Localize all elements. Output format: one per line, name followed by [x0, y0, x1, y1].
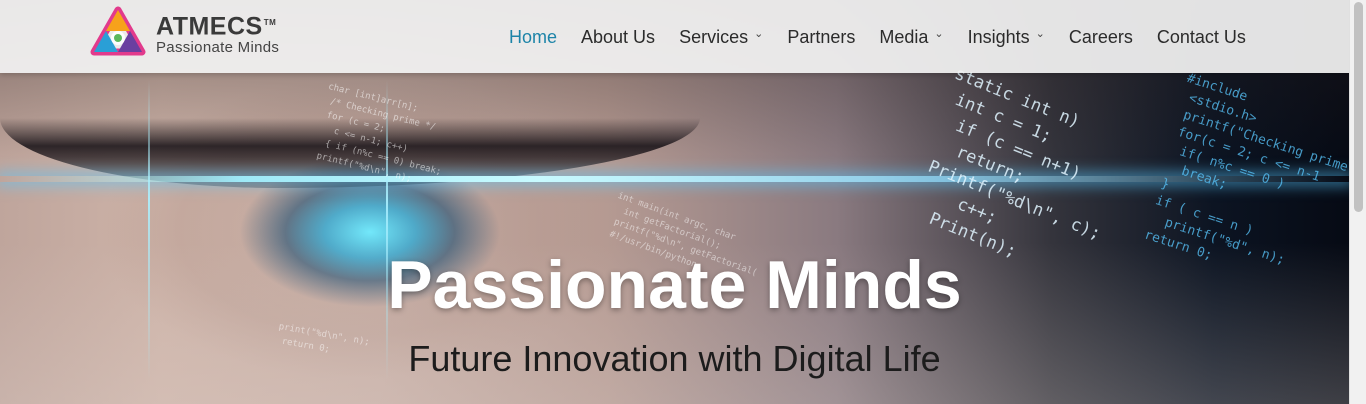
page-scrollbar[interactable]	[1349, 0, 1366, 404]
brand-name: ATMECS	[156, 12, 263, 41]
nav-item-partners[interactable]: Partners	[787, 24, 855, 50]
chevron-down-icon: ⌄	[1035, 28, 1045, 40]
brand-tagline: Passionate Minds	[156, 39, 280, 57]
nav-item-label: Home	[509, 27, 558, 47]
main-nav: Home About Us Services ⌄ Partners Media ⌄ …	[509, 24, 1246, 50]
hero-subtitle: Future Innovation with Digital Life	[408, 338, 941, 379]
scrollbar-thumb[interactable]	[1354, 2, 1363, 212]
site-header: ATMECSTM Passionate Minds Home About Us …	[0, 0, 1349, 73]
nav-item-about-us[interactable]: About Us	[581, 24, 655, 50]
chevron-down-icon: ⌄	[934, 28, 944, 40]
nav-item-label: Media	[879, 27, 929, 47]
nav-item-label: Insights	[967, 27, 1030, 47]
brand-logo[interactable]: ATMECSTM Passionate Minds	[90, 6, 300, 60]
light-flare	[0, 176, 1349, 182]
nav-item-home[interactable]: Home	[509, 24, 557, 50]
nav-item-label: Careers	[1068, 27, 1133, 47]
nav-item-services[interactable]: Services ⌄	[679, 24, 763, 50]
atmecs-logo-icon	[90, 6, 146, 56]
nav-item-careers[interactable]: Careers	[1069, 24, 1133, 50]
hero-title: Passionate Minds	[387, 247, 962, 323]
nav-item-label: About Us	[581, 27, 656, 47]
nav-item-contact-us[interactable]: Contact Us	[1157, 24, 1246, 50]
nav-item-insights[interactable]: Insights ⌄	[968, 24, 1045, 50]
light-beam	[148, 80, 150, 380]
chevron-down-icon: ⌄	[754, 28, 764, 40]
nav-item-media[interactable]: Media ⌄	[879, 24, 943, 50]
nav-item-label: Partners	[787, 27, 856, 47]
nav-item-label: Services	[679, 27, 749, 47]
nav-item-label: Contact Us	[1156, 27, 1246, 47]
trademark: TM	[263, 17, 277, 27]
